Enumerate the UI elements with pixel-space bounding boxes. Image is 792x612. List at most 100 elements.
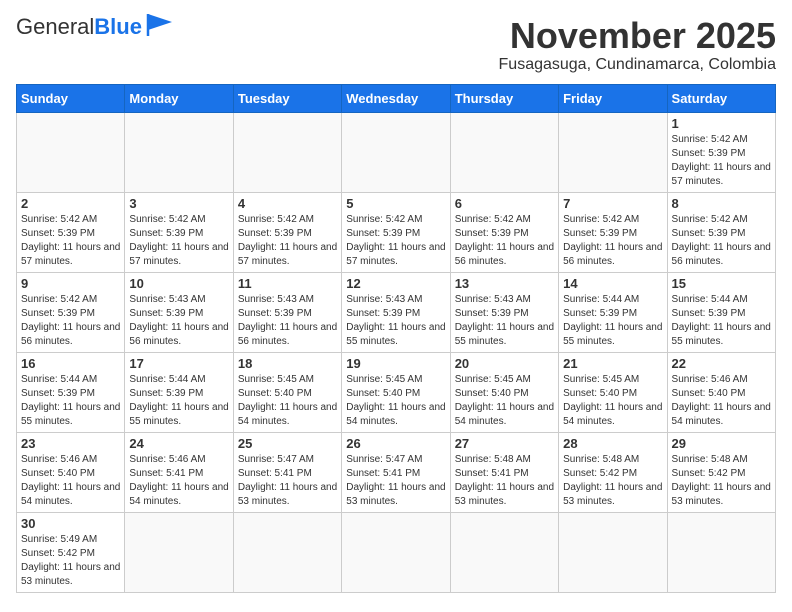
calendar-cell: 26Sunrise: 5:47 AM Sunset: 5:41 PM Dayli… — [342, 432, 450, 512]
calendar-cell: 6 Sunrise: 5:42 AM Sunset: 5:39 PM Daylig… — [450, 192, 558, 272]
calendar-cell: 27 Sunrise: 5:48 AM Sunset: 5:41 PM Dayli… — [450, 432, 558, 512]
calendar-cell: 1 Sunrise: 5:42 AM Sunset: 5:39 PM Daylig… — [667, 112, 775, 192]
calendar-cell: 25Sunrise: 5:47 AM Sunset: 5:41 PM Dayli… — [233, 432, 341, 512]
logo-general-text: General — [16, 14, 94, 39]
day-number: 18 — [238, 356, 337, 371]
day-info: Sunrise: 5:45 AM Sunset: 5:40 PM Dayligh… — [346, 373, 445, 429]
day-number: 13 — [455, 276, 554, 291]
calendar-cell: 17 Sunrise: 5:44 AM Sunset: 5:39 PM Dayli… — [125, 352, 233, 432]
calendar-cell: 2Sunrise: 5:42 AM Sunset: 5:39 PM Daylig… — [17, 192, 125, 272]
day-number: 14 — [563, 276, 662, 291]
day-info: Sunrise: 5:42 AM Sunset: 5:39 PM Dayligh… — [672, 133, 771, 189]
calendar-cell: 12 Sunrise: 5:43 AM Sunset: 5:39 PM Dayli… — [342, 272, 450, 352]
calendar-cell — [17, 112, 125, 192]
day-number: 3 — [129, 196, 228, 211]
day-number: 27 — [455, 436, 554, 451]
day-number: 8 — [672, 196, 771, 211]
day-info: Sunrise: 5:43 AM Sunset: 5:39 PM Dayligh… — [129, 293, 228, 349]
calendar-cell: 19 Sunrise: 5:45 AM Sunset: 5:40 PM Dayli… — [342, 352, 450, 432]
calendar-cell — [233, 512, 341, 592]
calendar-cell — [233, 112, 341, 192]
calendar-week-row: 30 Sunrise: 5:49 AM Sunset: 5:42 PM Dayli… — [17, 512, 776, 592]
calendar-cell: 22Sunrise: 5:46 AM Sunset: 5:40 PM Dayli… — [667, 352, 775, 432]
calendar-cell — [125, 112, 233, 192]
day-info: Sunrise: 5:48 AM Sunset: 5:41 PM Dayligh… — [455, 453, 554, 509]
day-info: Sunrise: 5:48 AM Sunset: 5:42 PM Dayligh… — [563, 453, 662, 509]
title-area: November 2025 Fusagasuga, Cundinamarca, … — [499, 16, 776, 74]
calendar-cell — [667, 512, 775, 592]
calendar-cell: 9Sunrise: 5:42 AM Sunset: 5:39 PM Daylig… — [17, 272, 125, 352]
day-number: 30 — [21, 516, 120, 531]
calendar-cell — [342, 112, 450, 192]
calendar-cell: 30 Sunrise: 5:49 AM Sunset: 5:42 PM Dayli… — [17, 512, 125, 592]
calendar-cell: 18 Sunrise: 5:45 AM Sunset: 5:40 PM Dayli… — [233, 352, 341, 432]
day-info: Sunrise: 5:42 AM Sunset: 5:39 PM Dayligh… — [672, 213, 771, 269]
day-number: 7 — [563, 196, 662, 211]
logo: GeneralBlue — [16, 16, 174, 38]
day-info: Sunrise: 5:45 AM Sunset: 5:40 PM Dayligh… — [238, 373, 337, 429]
location-title: Fusagasuga, Cundinamarca, Colombia — [499, 56, 776, 74]
calendar-cell: 29 Sunrise: 5:48 AM Sunset: 5:42 PM Dayli… — [667, 432, 775, 512]
weekday-header-row: SundayMondayTuesdayWednesdayThursdayFrid… — [17, 84, 776, 112]
calendar-cell: 10 Sunrise: 5:43 AM Sunset: 5:39 PM Dayli… — [125, 272, 233, 352]
day-info: Sunrise: 5:43 AM Sunset: 5:39 PM Dayligh… — [455, 293, 554, 349]
weekday-header-saturday: Saturday — [667, 84, 775, 112]
calendar-table: SundayMondayTuesdayWednesdayThursdayFrid… — [16, 84, 776, 593]
day-info: Sunrise: 5:43 AM Sunset: 5:39 PM Dayligh… — [238, 293, 337, 349]
calendar-cell: 16 Sunrise: 5:44 AM Sunset: 5:39 PM Dayli… — [17, 352, 125, 432]
day-number: 16 — [21, 356, 120, 371]
weekday-header-sunday: Sunday — [17, 84, 125, 112]
day-number: 6 — [455, 196, 554, 211]
day-info: Sunrise: 5:42 AM Sunset: 5:39 PM Dayligh… — [563, 213, 662, 269]
day-number: 21 — [563, 356, 662, 371]
day-info: Sunrise: 5:44 AM Sunset: 5:39 PM Dayligh… — [129, 373, 228, 429]
calendar-cell — [559, 512, 667, 592]
day-info: Sunrise: 5:42 AM Sunset: 5:39 PM Dayligh… — [21, 293, 120, 349]
calendar-week-row: 1 Sunrise: 5:42 AM Sunset: 5:39 PM Daylig… — [17, 112, 776, 192]
calendar-cell: 15 Sunrise: 5:44 AM Sunset: 5:39 PM Dayli… — [667, 272, 775, 352]
calendar-cell: 23Sunrise: 5:46 AM Sunset: 5:40 PM Dayli… — [17, 432, 125, 512]
calendar-week-row: 2Sunrise: 5:42 AM Sunset: 5:39 PM Daylig… — [17, 192, 776, 272]
day-info: Sunrise: 5:42 AM Sunset: 5:39 PM Dayligh… — [21, 213, 120, 269]
calendar-cell: 21Sunrise: 5:45 AM Sunset: 5:40 PM Dayli… — [559, 352, 667, 432]
day-number: 19 — [346, 356, 445, 371]
logo-blue-text: Blue — [94, 14, 142, 39]
calendar-cell: 20Sunrise: 5:45 AM Sunset: 5:40 PM Dayli… — [450, 352, 558, 432]
day-info: Sunrise: 5:44 AM Sunset: 5:39 PM Dayligh… — [672, 293, 771, 349]
day-info: Sunrise: 5:49 AM Sunset: 5:42 PM Dayligh… — [21, 533, 120, 589]
day-info: Sunrise: 5:42 AM Sunset: 5:39 PM Dayligh… — [455, 213, 554, 269]
calendar-cell: 4Sunrise: 5:42 AM Sunset: 5:39 PM Daylig… — [233, 192, 341, 272]
day-number: 12 — [346, 276, 445, 291]
day-info: Sunrise: 5:42 AM Sunset: 5:39 PM Dayligh… — [129, 213, 228, 269]
day-info: Sunrise: 5:43 AM Sunset: 5:39 PM Dayligh… — [346, 293, 445, 349]
calendar-cell — [125, 512, 233, 592]
weekday-header-monday: Monday — [125, 84, 233, 112]
calendar-cell: 7 Sunrise: 5:42 AM Sunset: 5:39 PM Daylig… — [559, 192, 667, 272]
calendar-cell: 3 Sunrise: 5:42 AM Sunset: 5:39 PM Daylig… — [125, 192, 233, 272]
weekday-header-wednesday: Wednesday — [342, 84, 450, 112]
day-number: 26 — [346, 436, 445, 451]
day-number: 1 — [672, 116, 771, 131]
day-info: Sunrise: 5:46 AM Sunset: 5:40 PM Dayligh… — [21, 453, 120, 509]
day-number: 10 — [129, 276, 228, 291]
day-info: Sunrise: 5:46 AM Sunset: 5:40 PM Dayligh… — [672, 373, 771, 429]
day-number: 28 — [563, 436, 662, 451]
logo-flag-icon — [144, 12, 174, 38]
day-info: Sunrise: 5:48 AM Sunset: 5:42 PM Dayligh… — [672, 453, 771, 509]
day-number: 15 — [672, 276, 771, 291]
day-number: 29 — [672, 436, 771, 451]
day-number: 17 — [129, 356, 228, 371]
calendar-cell — [342, 512, 450, 592]
month-title: November 2025 — [499, 16, 776, 56]
day-info: Sunrise: 5:44 AM Sunset: 5:39 PM Dayligh… — [563, 293, 662, 349]
calendar-cell — [559, 112, 667, 192]
calendar-cell: 13 Sunrise: 5:43 AM Sunset: 5:39 PM Dayli… — [450, 272, 558, 352]
calendar-cell: 24Sunrise: 5:46 AM Sunset: 5:41 PM Dayli… — [125, 432, 233, 512]
calendar-cell: 14 Sunrise: 5:44 AM Sunset: 5:39 PM Dayli… — [559, 272, 667, 352]
day-number: 11 — [238, 276, 337, 291]
day-info: Sunrise: 5:44 AM Sunset: 5:39 PM Dayligh… — [21, 373, 120, 429]
weekday-header-tuesday: Tuesday — [233, 84, 341, 112]
calendar-cell: 11 Sunrise: 5:43 AM Sunset: 5:39 PM Dayli… — [233, 272, 341, 352]
calendar-week-row: 16 Sunrise: 5:44 AM Sunset: 5:39 PM Dayli… — [17, 352, 776, 432]
day-number: 24 — [129, 436, 228, 451]
